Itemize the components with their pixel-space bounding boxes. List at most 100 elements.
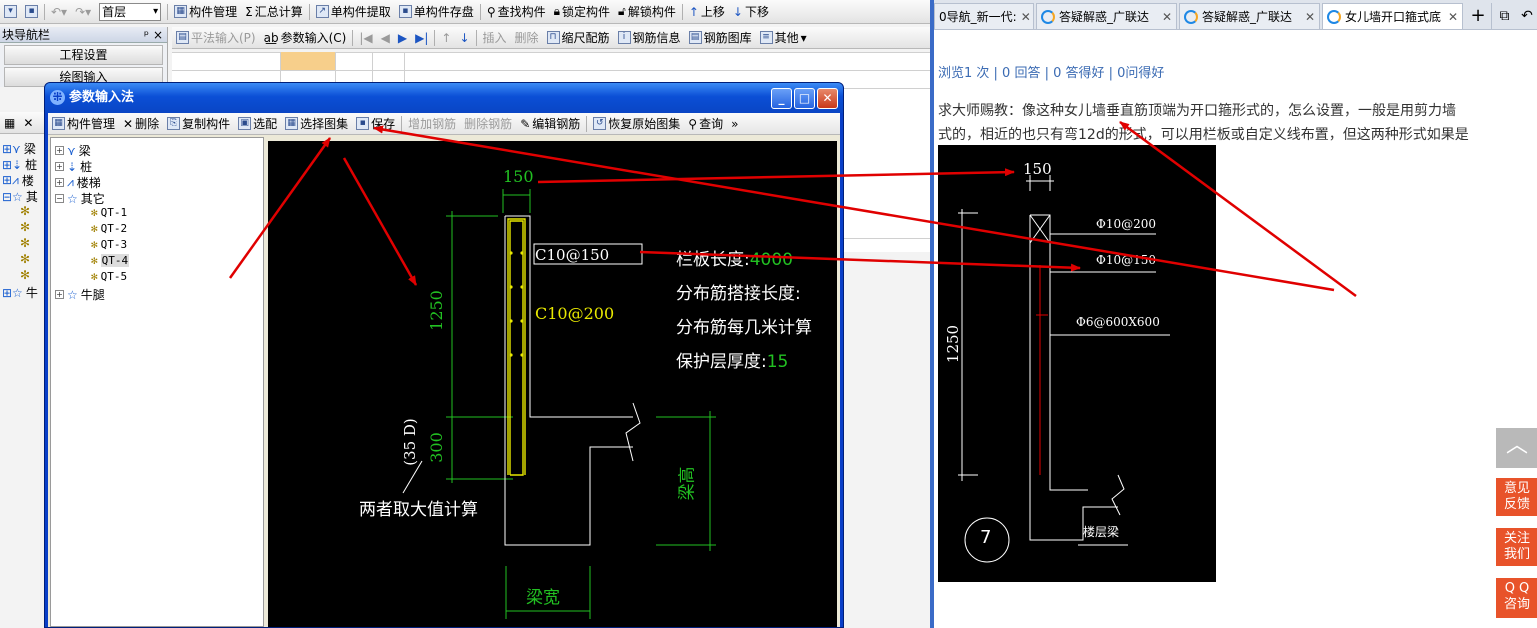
dialog-titlebar[interactable]: ⁜ 参数输入法 _ □ ✕ [45, 83, 843, 113]
bg-tree: ⊞⋎ 梁 ⊞⇣ 桩 ⊞⩘ 楼 ⊟☆ 其 ✻ ✻ ✻ ✻ ✻ ⊞☆ 牛 [2, 140, 38, 301]
restore-icon: ↺ [593, 117, 607, 130]
prop-cover-value[interactable]: 15 [767, 352, 789, 372]
dlg-select-config-button[interactable]: ▣ 选配 [234, 114, 281, 134]
last-icon[interactable]: ▶| [411, 28, 432, 48]
close-icon[interactable]: × [153, 27, 163, 43]
find-component-button[interactable]: ⚲ 查找构件 [483, 2, 550, 22]
dlg-component-manage-button[interactable]: ▦ 构件管理 [48, 114, 119, 134]
bg-tree-item[interactable]: ⊟☆ 其 [2, 188, 38, 205]
minimize-button[interactable]: _ [771, 88, 792, 109]
dist-bar-label[interactable]: C10@200 [535, 304, 614, 323]
lock-icon: 🔒︎ [553, 4, 561, 18]
dlg-copy-button[interactable]: ⎘ 复制构件 [163, 114, 234, 134]
binoculars-icon: ⚲ [688, 116, 698, 131]
browser-tabs: 0导航_新一代: ✕ 答疑解惑_广联达 ✕ 答疑解惑_广联达 ✕ 女儿墙开口箍式底 ✕ … [934, 0, 1537, 30]
restore-tabs-icon[interactable]: ⧉ [1491, 3, 1517, 29]
question-drawing [958, 175, 1170, 563]
save-icon[interactable]: ▪ [21, 2, 42, 22]
summary-calc-button[interactable]: Σ 汇总计算 [241, 2, 307, 22]
close-icon[interactable]: ✕ [1305, 10, 1315, 24]
insert-button[interactable]: 插入 [479, 28, 511, 48]
question-text-1: 求大师赐教：像这种女儿墙垂直筋顶端为开口箍形式的，怎么设置，一般是用剪力墙 [938, 103, 1456, 119]
move-up-button[interactable]: ↑ 上移 [685, 2, 729, 22]
unlock-component-button[interactable]: 🔓︎ 解锁构件 [614, 2, 680, 22]
tree-item-qt2[interactable]: ✻ QT-2 [91, 222, 127, 235]
prop-length-value[interactable]: 4000 [750, 250, 793, 270]
img-bar1: Φ10@200 [1096, 217, 1157, 231]
tree-item-qt3[interactable]: ✻ QT-3 [91, 238, 127, 251]
rebar-info-button[interactable]: i 钢筋信息 [614, 28, 685, 48]
scale-icon: ⊓ [546, 31, 560, 44]
pin-icon[interactable]: ᵖ [144, 27, 149, 43]
delete-button[interactable]: 删除 [511, 28, 543, 48]
bg-grid-icon[interactable]: ▦ [0, 113, 19, 133]
dlg-add-rebar-button[interactable]: 增加钢筋 [404, 114, 460, 134]
tree-item-other[interactable]: − ☆ 其它 [55, 190, 105, 207]
img-bar2: Φ10@150 [1096, 253, 1157, 267]
param-icon: a͟b [263, 30, 279, 45]
bg-tree-item[interactable]: ⊞⋎ 梁 [2, 140, 36, 157]
bg-tree-item[interactable]: ⊞⩘ 楼 [2, 172, 34, 189]
gear-icon: ✻ [91, 222, 98, 235]
bg-tree-item[interactable]: ⊞☆ 牛 [2, 284, 38, 301]
single-save-button[interactable]: ▪ 单构件存盘 [395, 2, 478, 22]
qq-consult-button[interactable]: Q Q 咨询 [1496, 578, 1537, 618]
tree-item-corbel[interactable]: + ☆ 牛腿 [55, 286, 105, 303]
feedback-button[interactable]: 意见 反馈 [1496, 478, 1537, 516]
dlg-select-atlas-button[interactable]: ▦ 选择图集 [281, 114, 352, 134]
grid-selected-cell[interactable] [280, 52, 335, 70]
question-image[interactable]: 150 1250 Φ10@200 Φ10@150 Φ6@600X600 楼层梁 … [938, 145, 1216, 582]
tree-item-beam[interactable]: + ⋎ 梁 [55, 142, 91, 159]
move-down-button[interactable]: ↓ 下移 [729, 2, 773, 22]
maximize-button[interactable]: □ [794, 88, 815, 109]
dlg-more-button[interactable]: » [727, 114, 742, 134]
new-tab-button[interactable]: + [1465, 3, 1491, 29]
dlg-delete-button[interactable]: ✕ 删除 [119, 114, 163, 134]
tree-item-qt1[interactable]: ✻ QT-1 [91, 206, 127, 219]
component-manage-button[interactable]: ▦ 构件管理 [170, 2, 241, 22]
redo-icon[interactable]: ↷▾ [71, 2, 95, 22]
tab-answers-2[interactable]: 答疑解惑_广联达 ✕ [1179, 3, 1320, 29]
question-text-2: 式的，相近的也只有弯12d的形式，可以用栏板或自定义线布置，但这两种形式如果是 [938, 127, 1469, 143]
tab-nav[interactable]: 0导航_新一代: ✕ [934, 3, 1034, 29]
follow-button[interactable]: 关注 我们 [1496, 528, 1537, 566]
first-icon[interactable]: |◀ [355, 28, 376, 48]
tab-parapet[interactable]: 女儿墙开口箍式底 ✕ [1322, 3, 1463, 29]
lock-component-button[interactable]: 🔒︎ 锁定构件 [550, 2, 614, 22]
floor-select[interactable]: 首层 [99, 2, 162, 21]
tab-answers-1[interactable]: 答疑解惑_广联达 ✕ [1036, 3, 1177, 29]
tree-item-stair[interactable]: + ⩘ 楼梯 [55, 174, 101, 191]
close-icon[interactable]: ✕ [1448, 10, 1458, 24]
dialog-toolbar: ▦ 构件管理 ✕ 删除 ⎘ 复制构件 ▣ 选配 ▦ 选择图集 ▪ 保存 增加钢筋 删除钢筋 … [48, 113, 840, 135]
back-to-top-button[interactable]: ︿ [1496, 428, 1537, 468]
undo-close-icon[interactable]: ↶ [1517, 3, 1537, 29]
scale-rebar-button[interactable]: ⊓ 缩尺配筋 [543, 28, 614, 48]
rebar-library-button[interactable]: ▤ 钢筋图库 [685, 28, 756, 48]
dlg-query-button[interactable]: ⚲ 查询 [684, 114, 727, 134]
flat-input-button[interactable]: ▤ 平法输入(P) [172, 28, 260, 48]
undo-icon[interactable]: ↶▾ [47, 2, 71, 22]
app-icon: ⁜ [50, 90, 65, 105]
tree-item-qt5[interactable]: ✻ QT-5 [91, 270, 127, 283]
dlg-delete-rebar-button[interactable]: 删除钢筋 [460, 114, 516, 134]
project-settings-button[interactable]: 工程设置 [4, 45, 163, 65]
other-menu-button[interactable]: ≡ 其他 ▾ [756, 28, 811, 48]
close-button[interactable]: ✕ [817, 88, 838, 109]
vertical-bar-label[interactable]: C10@150 [535, 246, 609, 264]
down-icon[interactable]: ↓ [455, 28, 473, 48]
prev-icon[interactable]: ◀ [377, 28, 394, 48]
dlg-edit-rebar-button[interactable]: ✎ 编辑钢筋 [516, 114, 584, 134]
next-icon[interactable]: ▶ [394, 28, 411, 48]
tree-item-pile[interactable]: + ⇣ 桩 [55, 158, 92, 175]
single-extract-button[interactable]: ↗ 单构件提取 [312, 2, 395, 22]
param-input-button[interactable]: a͟b 参数输入(C) [260, 28, 351, 48]
open-icon[interactable]: ▾ [0, 2, 21, 22]
up-icon[interactable]: ↑ [437, 28, 455, 48]
dlg-save-button[interactable]: ▪ 保存 [352, 114, 399, 134]
bg-tree-item[interactable]: ⊞⇣ 桩 [2, 156, 37, 173]
bg-close-icon[interactable]: ✕ [19, 113, 37, 133]
dlg-restore-atlas-button[interactable]: ↺ 恢复原始图集 [589, 114, 684, 134]
tree-item-qt4[interactable]: ✻ QT-4 [91, 254, 130, 267]
close-icon[interactable]: ✕ [1162, 10, 1172, 24]
close-icon[interactable]: ✕ [1021, 10, 1031, 24]
